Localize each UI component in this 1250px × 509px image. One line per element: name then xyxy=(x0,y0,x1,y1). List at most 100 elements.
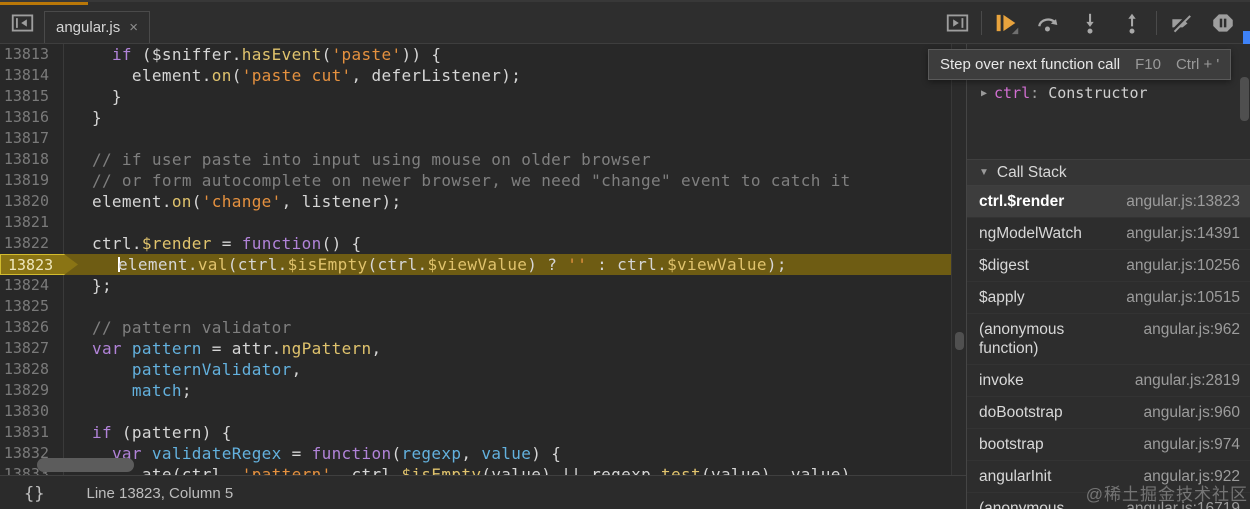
collapse-triangle-icon: ▼ xyxy=(979,167,989,178)
code-line[interactable]: 13816 } xyxy=(0,107,966,128)
code-line[interactable]: 13829 match; xyxy=(0,380,966,401)
editor-vertical-scrollbar-thumb[interactable] xyxy=(955,332,964,350)
code-text: element.on('paste cut', deferListener); xyxy=(72,66,522,85)
tab-close-icon[interactable]: × xyxy=(129,19,138,36)
editor-horizontal-scrollbar-thumb[interactable] xyxy=(37,458,134,472)
code-text: // or form autocomplete on newer browser… xyxy=(91,171,851,190)
code-line[interactable]: 13824 }; xyxy=(0,275,966,296)
step-over-icon xyxy=(1035,10,1061,36)
code-line[interactable]: 13833 ate(ctrl, 'pattern', ctrl.$isEmpty… xyxy=(0,464,966,475)
call-stack-frame[interactable]: bootstrap angular.js:974 xyxy=(967,429,1250,461)
step-out-icon xyxy=(1119,10,1145,36)
code-line[interactable]: 13817 xyxy=(0,128,966,149)
line-number[interactable]: 13830 xyxy=(0,401,64,422)
call-stack-frame[interactable]: ctrl.$render angular.js:13823 xyxy=(967,186,1250,218)
line-number[interactable]: 13815 xyxy=(0,86,64,107)
call-stack-frame[interactable]: doBootstrap angular.js:960 xyxy=(967,397,1250,429)
code-text: if ($sniffer.hasEvent('paste')) { xyxy=(111,45,442,64)
code-text: ate(ctrl, 'pattern', ctrl.$isEmpty(value… xyxy=(72,465,851,475)
call-stack-frame[interactable]: ngModelWatch angular.js:14391 xyxy=(967,218,1250,250)
code-text: ctrl.$render = function() { xyxy=(72,234,362,253)
line-number[interactable]: 13826 xyxy=(0,317,64,338)
code-line[interactable]: 13819 // or form autocomplete on newer b… xyxy=(0,170,966,191)
step-out-button[interactable] xyxy=(1111,2,1153,44)
scope-variable-name: ctrl xyxy=(994,84,1031,102)
call-stack-frame[interactable]: invoke angular.js:2819 xyxy=(967,365,1250,397)
code-line[interactable]: 13818 // if user paste into input using … xyxy=(0,149,966,170)
code-text: }; xyxy=(72,276,112,295)
editor-status-bar: {} Line 13823, Column 5 xyxy=(0,475,966,509)
code-line[interactable]: 13825 xyxy=(0,296,966,317)
frame-location: angular.js:10256 xyxy=(1126,257,1240,274)
execution-line-number-badge[interactable]: 13823 xyxy=(0,254,78,275)
scope-variable-ctrl[interactable]: ▶ ctrl: Constructor xyxy=(967,84,1250,102)
pause-on-exceptions-button[interactable] xyxy=(1202,2,1244,44)
debugger-toolbar xyxy=(936,2,1250,43)
pretty-print-button[interactable]: {} xyxy=(24,484,44,504)
call-stack-frame[interactable]: $digest angular.js:10256 xyxy=(967,250,1250,282)
debugger-sidebar: ▶ ctrl: Constructor ▼ Call Stack ctrl.$r… xyxy=(966,44,1250,509)
line-number[interactable]: 13819 xyxy=(0,170,64,191)
line-number[interactable]: 13831 xyxy=(0,422,64,443)
code-editor[interactable]: 13813 if ($sniffer.hasEvent('paste')) {1… xyxy=(0,44,966,475)
line-number[interactable]: 13821 xyxy=(0,212,64,233)
frame-function-name: angularInit xyxy=(979,468,1052,485)
code-text: } xyxy=(72,108,102,127)
line-number[interactable]: 13829 xyxy=(0,380,64,401)
line-number[interactable]: 13817 xyxy=(0,128,64,149)
code-line[interactable]: 13828 patternValidator, xyxy=(0,359,966,380)
code-text: if (pattern) { xyxy=(91,423,232,442)
code-line[interactable]: 13814 element.on('paste cut', deferListe… xyxy=(0,65,966,86)
line-number[interactable]: 13824 xyxy=(0,275,64,296)
code-line[interactable]: 13815 } xyxy=(0,86,966,107)
line-number[interactable]: 13827 xyxy=(0,338,64,359)
scope-section: ▶ ctrl: Constructor xyxy=(967,84,1250,159)
line-number[interactable]: 13828 xyxy=(0,359,64,380)
code-line[interactable]: 13831 if (pattern) { xyxy=(0,422,966,443)
code-line[interactable]: 13821 xyxy=(0,212,966,233)
line-number[interactable]: 13816 xyxy=(0,107,64,128)
code-line[interactable]: 13832 var validateRegex = function(regex… xyxy=(0,443,966,464)
execution-code-line[interactable]: 13823 element.val(ctrl.$isEmpty(ctrl.$vi… xyxy=(0,254,966,275)
code-line[interactable]: 13820 element.on('change', listener); xyxy=(0,191,966,212)
frame-location: angular.js:960 xyxy=(1143,404,1240,421)
line-number[interactable]: 13813 xyxy=(0,44,64,65)
call-stack-frame[interactable]: (anonymous function) angular.js:962 xyxy=(967,314,1250,365)
show-drawer-button[interactable] xyxy=(936,2,978,44)
toolbar-separator xyxy=(1156,10,1157,35)
frame-function-name: doBootstrap xyxy=(979,404,1063,421)
tooltip-shortcut-f10: F10 xyxy=(1135,56,1161,73)
deactivate-breakpoints-icon xyxy=(1168,10,1194,36)
expand-triangle-icon[interactable]: ▶ xyxy=(981,88,987,99)
call-stack-frame[interactable]: angularInit angular.js:922 xyxy=(967,461,1250,493)
step-over-button[interactable] xyxy=(1027,2,1069,44)
code-line[interactable]: 13827 var pattern = attr.ngPattern, xyxy=(0,338,966,359)
frame-function-name: ctrl.$render xyxy=(979,193,1065,210)
code-line[interactable]: 13826 // pattern validator xyxy=(0,317,966,338)
call-stack-frame[interactable]: $apply angular.js:10515 xyxy=(967,282,1250,314)
code-lines: 13813 if ($sniffer.hasEvent('paste')) {1… xyxy=(0,44,966,475)
line-number[interactable]: 13825 xyxy=(0,296,64,317)
code-line[interactable]: 13813 if ($sniffer.hasEvent('paste')) { xyxy=(0,44,966,65)
line-number[interactable]: 13814 xyxy=(0,65,64,86)
sidebar-scrollbar-thumb[interactable] xyxy=(1240,77,1249,121)
line-number[interactable]: 13820 xyxy=(0,191,64,212)
editor-vertical-scrollbar[interactable] xyxy=(951,44,966,475)
frame-location: angular.js:14391 xyxy=(1126,225,1240,242)
code-line[interactable]: 13830 xyxy=(0,401,966,422)
call-stack-frame[interactable]: (anonymous function) angular.js:16719 xyxy=(967,493,1250,509)
resume-pause-icon xyxy=(992,9,1020,37)
line-number[interactable]: 13818 xyxy=(0,149,64,170)
deactivate-breakpoints-button[interactable] xyxy=(1160,2,1202,44)
step-into-button[interactable] xyxy=(1069,2,1111,44)
toggle-navigator-sidebar-button[interactable] xyxy=(0,2,44,43)
code-line[interactable]: 13822 ctrl.$render = function() { xyxy=(0,233,966,254)
tab-angular-js[interactable]: angular.js × xyxy=(44,11,150,43)
call-stack-header[interactable]: ▼ Call Stack xyxy=(967,159,1250,186)
resume-script-button[interactable] xyxy=(985,2,1027,44)
line-number[interactable]: 13822 xyxy=(0,233,64,254)
file-tab-strip: angular.js × xyxy=(0,2,936,43)
